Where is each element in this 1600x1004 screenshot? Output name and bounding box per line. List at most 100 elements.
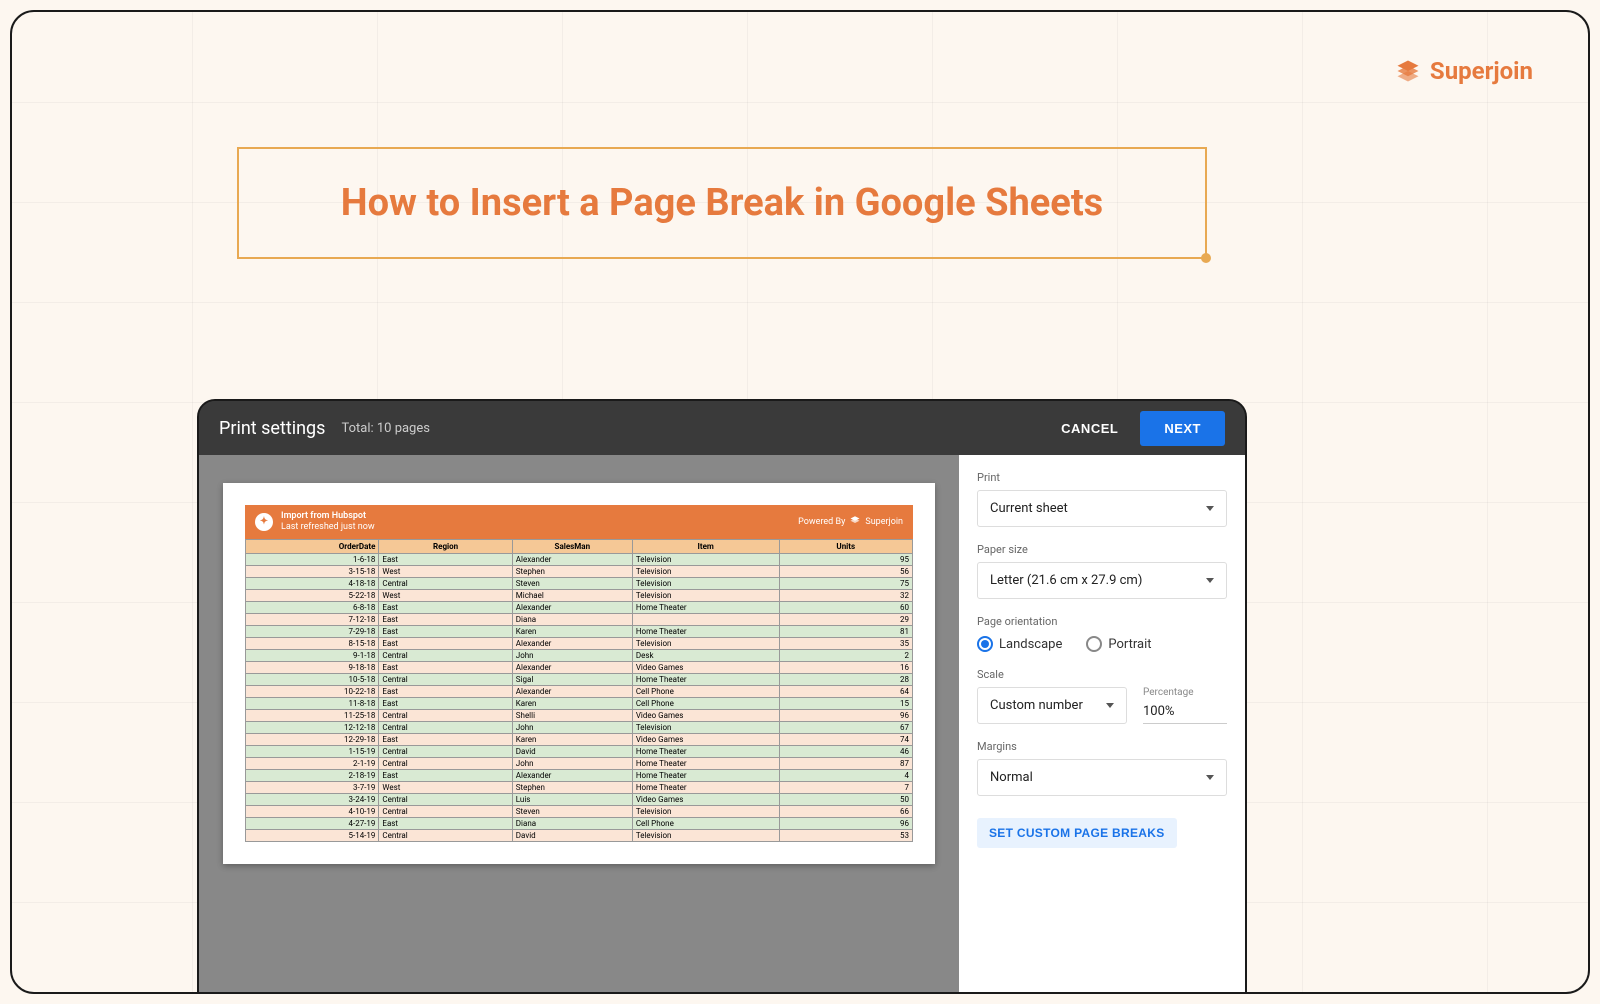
- scale-value: Custom number: [990, 698, 1083, 713]
- table-row: 10-5-18CentralSigalHome Theater28: [246, 673, 913, 685]
- powered-brand: Superjoin: [865, 517, 903, 527]
- banner-line2: Last refreshed just now: [281, 522, 375, 533]
- scale-select[interactable]: Custom number: [977, 687, 1127, 724]
- table-row: 7-12-18EastDiana29: [246, 613, 913, 625]
- table-cell: Steven: [512, 577, 632, 589]
- table-cell: West: [379, 565, 512, 577]
- card-frame: Superjoin How to Insert a Page Break in …: [10, 10, 1590, 994]
- table-cell: Central: [379, 805, 512, 817]
- margins-label: Margins: [977, 740, 1227, 753]
- powered-icon: [849, 514, 861, 529]
- table-cell: Central: [379, 721, 512, 733]
- percentage-input[interactable]: 100%: [1143, 700, 1227, 724]
- table-cell: East: [379, 661, 512, 673]
- table-cell: 3-15-18: [246, 565, 379, 577]
- table-cell: 64: [779, 685, 912, 697]
- margins-select[interactable]: Normal: [977, 759, 1227, 796]
- next-button[interactable]: NEXT: [1140, 411, 1225, 446]
- table-row: 11-25-18CentralShelliVideo Games96: [246, 709, 913, 721]
- table-cell: 95: [779, 553, 912, 565]
- table-cell: East: [379, 733, 512, 745]
- table-cell: 56: [779, 565, 912, 577]
- table-cell: 96: [779, 709, 912, 721]
- paper-size-select[interactable]: Letter (21.6 cm x 27.9 cm): [977, 562, 1227, 599]
- table-cell: Cell Phone: [632, 697, 779, 709]
- table-cell: Television: [632, 721, 779, 733]
- table-cell: 81: [779, 625, 912, 637]
- table-row: 9-18-18EastAlexanderVideo Games16: [246, 661, 913, 673]
- table-cell: 5-14-19: [246, 829, 379, 841]
- table-cell: Home Theater: [632, 781, 779, 793]
- table-cell: 32: [779, 589, 912, 601]
- table-cell: 28: [779, 673, 912, 685]
- orientation-landscape[interactable]: Landscape: [977, 636, 1062, 652]
- table-cell: 35: [779, 637, 912, 649]
- table-cell: David: [512, 829, 632, 841]
- table-cell: Diana: [512, 817, 632, 829]
- table-cell: 12-12-18: [246, 721, 379, 733]
- print-settings-window: Print settings Total: 10 pages CANCEL NE…: [197, 399, 1247, 994]
- table-cell: East: [379, 637, 512, 649]
- table-row: 8-15-18EastAlexanderTelevision35: [246, 637, 913, 649]
- orientation-label: Page orientation: [977, 615, 1227, 628]
- table-row: 1-6-18EastAlexanderTelevision95: [246, 553, 913, 565]
- table-cell: Central: [379, 829, 512, 841]
- table-cell: Alexander: [512, 685, 632, 697]
- orientation-portrait[interactable]: Portrait: [1086, 636, 1151, 652]
- table-cell: 46: [779, 745, 912, 757]
- table-cell: 9-1-18: [246, 649, 379, 661]
- preview-table: OrderDate Region SalesMan Item Units 1-6…: [245, 539, 913, 842]
- set-custom-page-breaks-button[interactable]: SET CUSTOM PAGE BREAKS: [977, 818, 1177, 848]
- table-cell: 4-10-19: [246, 805, 379, 817]
- table-cell: Central: [379, 577, 512, 589]
- table-cell: West: [379, 781, 512, 793]
- print-label: Print: [977, 471, 1227, 484]
- table-cell: John: [512, 757, 632, 769]
- table-cell: 3-24-19: [246, 793, 379, 805]
- table-cell: 16: [779, 661, 912, 673]
- table-cell: 7-12-18: [246, 613, 379, 625]
- table-cell: 87: [779, 757, 912, 769]
- table-cell: Central: [379, 709, 512, 721]
- table-cell: 12-29-18: [246, 733, 379, 745]
- header-subtitle: Total: 10 pages: [341, 421, 430, 436]
- table-cell: Karen: [512, 697, 632, 709]
- table-row: 9-1-18CentralJohnDesk2: [246, 649, 913, 661]
- table-cell: Television: [632, 805, 779, 817]
- print-value: Current sheet: [990, 501, 1068, 516]
- radio-icon: [1086, 636, 1102, 652]
- table-cell: Video Games: [632, 709, 779, 721]
- table-cell: Home Theater: [632, 745, 779, 757]
- table-row: 4-10-19CentralStevenTelevision66: [246, 805, 913, 817]
- cancel-button[interactable]: CANCEL: [1043, 411, 1136, 446]
- table-cell: 11-8-18: [246, 697, 379, 709]
- table-cell: Television: [632, 637, 779, 649]
- table-cell: Alexander: [512, 601, 632, 613]
- table-cell: 15: [779, 697, 912, 709]
- table-cell: East: [379, 697, 512, 709]
- table-cell: Home Theater: [632, 769, 779, 781]
- table-cell: Central: [379, 757, 512, 769]
- table-cell: 74: [779, 733, 912, 745]
- brand-logo: Superjoin: [1394, 57, 1533, 85]
- banner-line1: Import from Hubspot: [281, 511, 375, 522]
- paper-label: Paper size: [977, 543, 1227, 556]
- table-cell: 10-5-18: [246, 673, 379, 685]
- table-row: 3-7-19WestStephenHome Theater7: [246, 781, 913, 793]
- table-cell: Central: [379, 745, 512, 757]
- table-cell: Alexander: [512, 553, 632, 565]
- table-cell: 4-18-18: [246, 577, 379, 589]
- table-row: 12-12-18CentralJohnTelevision67: [246, 721, 913, 733]
- table-row: 10-22-18EastAlexanderCell Phone64: [246, 685, 913, 697]
- table-cell: Stephen: [512, 781, 632, 793]
- print-select[interactable]: Current sheet: [977, 490, 1227, 527]
- table-cell: East: [379, 625, 512, 637]
- table-cell: Shelli: [512, 709, 632, 721]
- table-cell: 3-7-19: [246, 781, 379, 793]
- table-cell: Michael: [512, 589, 632, 601]
- percentage-label: Percentage: [1143, 687, 1227, 698]
- table-cell: Steven: [512, 805, 632, 817]
- table-cell: Television: [632, 553, 779, 565]
- table-cell: John: [512, 649, 632, 661]
- table-cell: Karen: [512, 733, 632, 745]
